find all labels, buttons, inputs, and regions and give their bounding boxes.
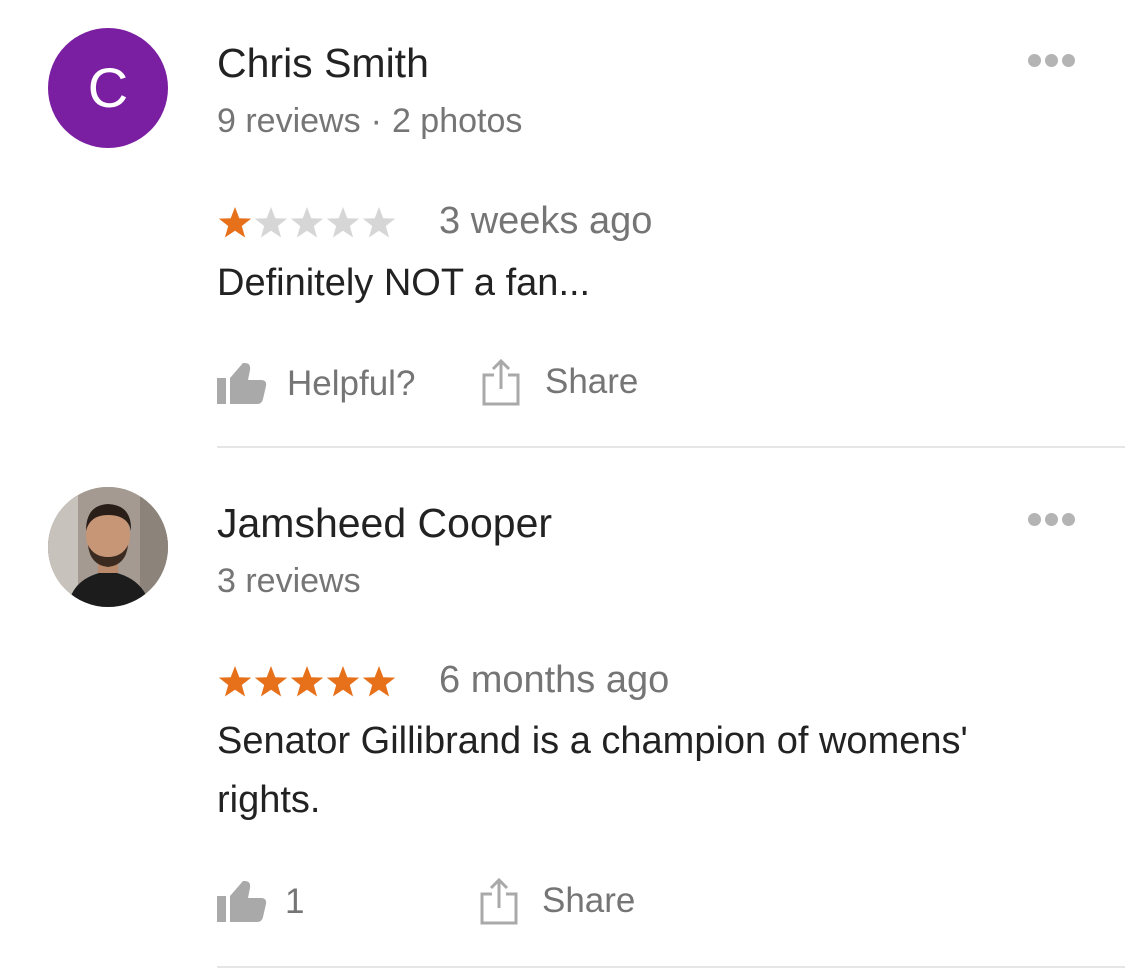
star-empty-icon: [326, 207, 360, 238]
star-filled-icon: [218, 207, 252, 238]
helpful-button[interactable]: Helpful?: [217, 362, 415, 406]
share-button[interactable]: Share: [482, 358, 638, 406]
author-name[interactable]: Jamsheed Cooper: [217, 500, 552, 547]
author-meta: 3 reviews: [217, 562, 361, 601]
review-time: 6 months ago: [439, 659, 670, 701]
review-count: 3 reviews: [217, 562, 361, 600]
share-label: Share: [542, 881, 636, 920]
more-options-icon[interactable]: [1028, 54, 1075, 67]
author-meta: 9 reviews · 2 photos: [217, 102, 522, 141]
review-text: Definitely NOT a fan...: [217, 262, 591, 304]
star-filled-icon: [218, 666, 252, 697]
star-empty-icon: [290, 207, 324, 238]
divider: [217, 446, 1125, 448]
star-rating: [217, 205, 397, 241]
star-filled-icon: [362, 666, 396, 697]
author-name[interactable]: Chris Smith: [217, 40, 429, 87]
divider: [217, 966, 1125, 968]
avatar-photo: [48, 487, 168, 607]
thumbs-up-icon: [217, 363, 267, 404]
meta-separator: ·: [370, 102, 382, 140]
share-icon: [480, 877, 518, 925]
photo-count: 2 photos: [391, 102, 523, 140]
avatar-letter: C: [87, 56, 129, 119]
review-time: 3 weeks ago: [439, 200, 653, 242]
share-button[interactable]: Share: [480, 877, 635, 925]
thumbs-up-icon: [217, 881, 267, 922]
star-empty-icon: [362, 207, 396, 238]
helpful-label: Helpful?: [287, 364, 416, 403]
star-empty-icon: [254, 207, 288, 238]
more-options-icon[interactable]: [1028, 513, 1075, 526]
share-icon: [482, 358, 520, 406]
helpful-button[interactable]: 1: [217, 880, 304, 924]
star-filled-icon: [326, 666, 360, 697]
avatar[interactable]: [48, 487, 168, 607]
avatar[interactable]: C: [48, 28, 168, 148]
star-rating: [217, 664, 397, 700]
star-filled-icon: [254, 666, 288, 697]
share-label: Share: [545, 362, 639, 401]
review-card: C Chris Smith 9 reviews · 2 photos 3 weeks…: [0, 0, 1125, 448]
star-filled-icon: [290, 666, 324, 697]
helpful-count: 1: [285, 882, 305, 921]
review-count: 9 reviews: [217, 102, 361, 140]
review-text: Senator Gillibrand is a champion of wome…: [217, 720, 968, 821]
